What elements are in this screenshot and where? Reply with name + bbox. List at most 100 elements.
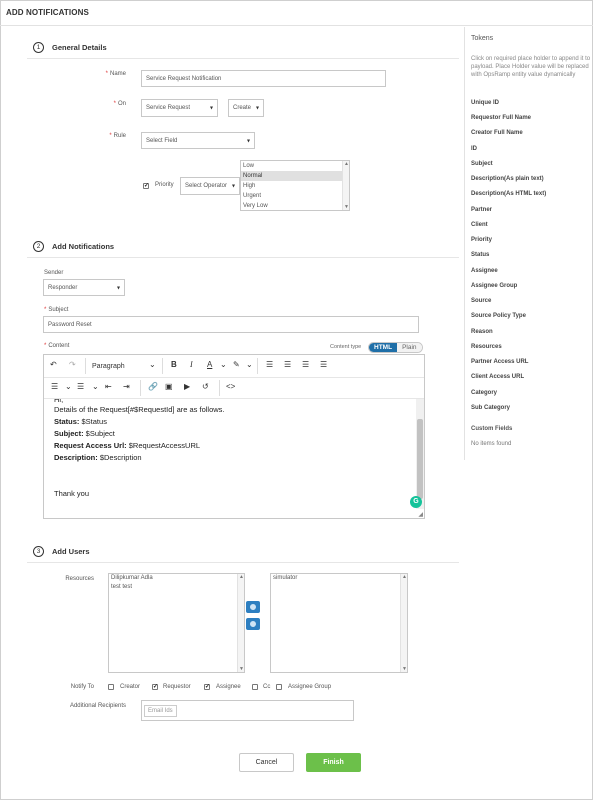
content-intro: Details of the Request[#$RequestId] are … xyxy=(54,405,225,414)
available-resources-list[interactable]: Dilipkumar Adla test test ▲ ▼ xyxy=(108,573,245,673)
selected-resource-item[interactable]: simulator xyxy=(271,574,407,583)
creator-checkbox[interactable] xyxy=(108,684,114,690)
grammarly-icon[interactable]: G xyxy=(410,496,422,508)
align-right-icon[interactable]: ☰ xyxy=(302,360,309,369)
scroll-down-icon[interactable]: ▼ xyxy=(402,666,407,672)
action-select[interactable]: Create xyxy=(228,99,264,117)
token-item[interactable]: ID xyxy=(471,146,477,152)
cancel-button[interactable]: Cancel xyxy=(239,753,294,772)
highlight-dropdown-icon[interactable]: ⌄ xyxy=(246,360,253,369)
section-3-title: Add Users xyxy=(52,547,90,556)
priority-option[interactable]: Very Low xyxy=(241,201,349,210)
recipients-input[interactable]: Email Ids xyxy=(144,704,177,717)
assignee-checkbox[interactable] xyxy=(204,684,210,690)
text-color-icon[interactable]: A xyxy=(207,360,212,369)
align-left-icon[interactable]: ☰ xyxy=(266,360,273,369)
requestor-label: Requestor xyxy=(163,684,191,690)
token-item[interactable]: Requestor Full Name xyxy=(471,115,531,121)
priority-option-selected[interactable]: Normal xyxy=(241,171,349,181)
token-item[interactable]: Assignee xyxy=(471,268,498,274)
token-item[interactable]: Resources xyxy=(471,344,502,350)
align-center-icon[interactable]: ☰ xyxy=(284,360,291,369)
undo-icon[interactable]: ↶ xyxy=(50,360,57,369)
bold-icon[interactable]: B xyxy=(171,360,177,369)
resource-item[interactable]: Dilipkumar Adla xyxy=(109,574,244,583)
token-item[interactable]: Category xyxy=(471,390,497,396)
resource-item[interactable]: test test xyxy=(109,583,244,592)
token-item[interactable]: Priority xyxy=(471,237,492,243)
html-option[interactable]: HTML xyxy=(369,343,398,352)
cc-checkbox[interactable] xyxy=(252,684,258,690)
token-item[interactable]: Client xyxy=(471,222,488,228)
editor-scrollbar[interactable] xyxy=(416,399,424,509)
priority-option[interactable]: High xyxy=(241,181,349,191)
sender-select[interactable]: Responder xyxy=(43,279,125,296)
numbered-list-dropdown-icon[interactable]: ⌄ xyxy=(92,382,99,391)
history-icon[interactable]: ↺ xyxy=(202,382,209,391)
token-item[interactable]: Subject xyxy=(471,161,493,167)
editor-content[interactable]: Hi, Details of the Request[#$RequestId] … xyxy=(45,399,415,509)
priority-checkbox[interactable] xyxy=(143,183,149,189)
remove-resource-button[interactable] xyxy=(246,618,260,630)
token-item[interactable]: Unique ID xyxy=(471,100,499,106)
subject-input[interactable]: Password Reset xyxy=(43,316,419,333)
scroll-up-icon[interactable]: ▲ xyxy=(239,574,244,580)
block-format-select[interactable]: Paragraph xyxy=(92,363,125,370)
requestor-checkbox[interactable] xyxy=(152,684,158,690)
recipients-box[interactable]: Email Ids xyxy=(141,700,354,721)
token-item[interactable]: Description(As HTML text) xyxy=(471,191,546,197)
token-item[interactable]: Partner xyxy=(471,207,492,213)
indent-icon[interactable]: ⇥ xyxy=(123,382,130,391)
selected-resources-list[interactable]: simulator ▲ ▼ xyxy=(270,573,408,673)
token-item[interactable]: Description(As plain text) xyxy=(471,176,544,182)
operator-select[interactable]: Select Operator xyxy=(180,177,240,195)
scroll-up-icon[interactable]: ▲ xyxy=(402,574,407,580)
tokens-help-text: Click on required place holder to append… xyxy=(471,56,591,78)
outdent-icon[interactable]: ⇤ xyxy=(105,382,112,391)
selected-scrollbar[interactable]: ▲ ▼ xyxy=(400,574,407,672)
media-icon[interactable]: ▶ xyxy=(184,382,190,391)
source-code-icon[interactable]: <> xyxy=(226,382,235,391)
content-type-toggle[interactable]: HTML Plain xyxy=(368,342,423,353)
editor-scroll-thumb[interactable] xyxy=(417,419,423,499)
toolbar-separator xyxy=(257,358,258,374)
entity-select[interactable]: Service Request xyxy=(141,99,218,117)
rule-field-select[interactable]: Select Field xyxy=(141,132,255,149)
token-item[interactable]: Source Policy Type xyxy=(471,313,526,319)
token-item[interactable]: Partner Access URL xyxy=(471,359,528,365)
numbered-list-icon[interactable]: ☰ xyxy=(77,382,84,391)
token-item[interactable]: Client Access URL xyxy=(471,374,524,380)
token-item[interactable]: Reason xyxy=(471,329,493,335)
align-justify-icon[interactable]: ☰ xyxy=(320,360,327,369)
add-resource-button[interactable] xyxy=(246,601,260,613)
scroll-up-icon[interactable]: ▲ xyxy=(344,161,349,167)
token-item[interactable]: Creator Full Name xyxy=(471,130,523,136)
image-icon[interactable]: ▣ xyxy=(165,382,173,391)
bullet-list-dropdown-icon[interactable]: ⌄ xyxy=(65,382,72,391)
page-title: ADD NOTIFICATIONS xyxy=(6,8,89,17)
plain-option[interactable]: Plain xyxy=(397,343,422,352)
format-dropdown-icon[interactable]: ⌄ xyxy=(149,360,156,369)
resize-handle-icon[interactable]: ◢ xyxy=(418,511,423,518)
token-item[interactable]: Sub Category xyxy=(471,405,510,411)
finish-button[interactable]: Finish xyxy=(306,753,361,772)
name-input[interactable]: Service Request Notification xyxy=(141,70,386,87)
scroll-down-icon[interactable]: ▼ xyxy=(239,666,244,672)
scroll-down-icon[interactable]: ▼ xyxy=(344,204,349,210)
token-item[interactable]: Status xyxy=(471,252,489,258)
priority-option[interactable]: Urgent xyxy=(241,191,349,201)
token-item[interactable]: Assignee Group xyxy=(471,283,517,289)
token-item[interactable]: Source xyxy=(471,298,491,304)
priority-option[interactable]: Low xyxy=(241,161,349,171)
bullet-list-icon[interactable]: ☰ xyxy=(51,382,58,391)
resources-scrollbar[interactable]: ▲ ▼ xyxy=(237,574,244,672)
redo-icon[interactable]: ↷ xyxy=(69,360,76,369)
link-icon[interactable]: 🔗 xyxy=(148,382,158,391)
highlight-icon[interactable]: ✎ xyxy=(233,360,240,369)
rich-text-editor[interactable]: ↶ ↷ Paragraph ⌄ B I A ⌄ ✎ ⌄ ☰ ☰ ☰ ☰ ☰ ⌄ … xyxy=(43,354,425,519)
priority-listbox[interactable]: Low Normal High Urgent Very Low ▲ ▼ xyxy=(240,160,350,211)
text-color-dropdown-icon[interactable]: ⌄ xyxy=(220,360,227,369)
assignee-group-checkbox[interactable] xyxy=(276,684,282,690)
italic-icon[interactable]: I xyxy=(190,360,193,369)
priority-scrollbar[interactable]: ▲ ▼ xyxy=(342,161,349,210)
